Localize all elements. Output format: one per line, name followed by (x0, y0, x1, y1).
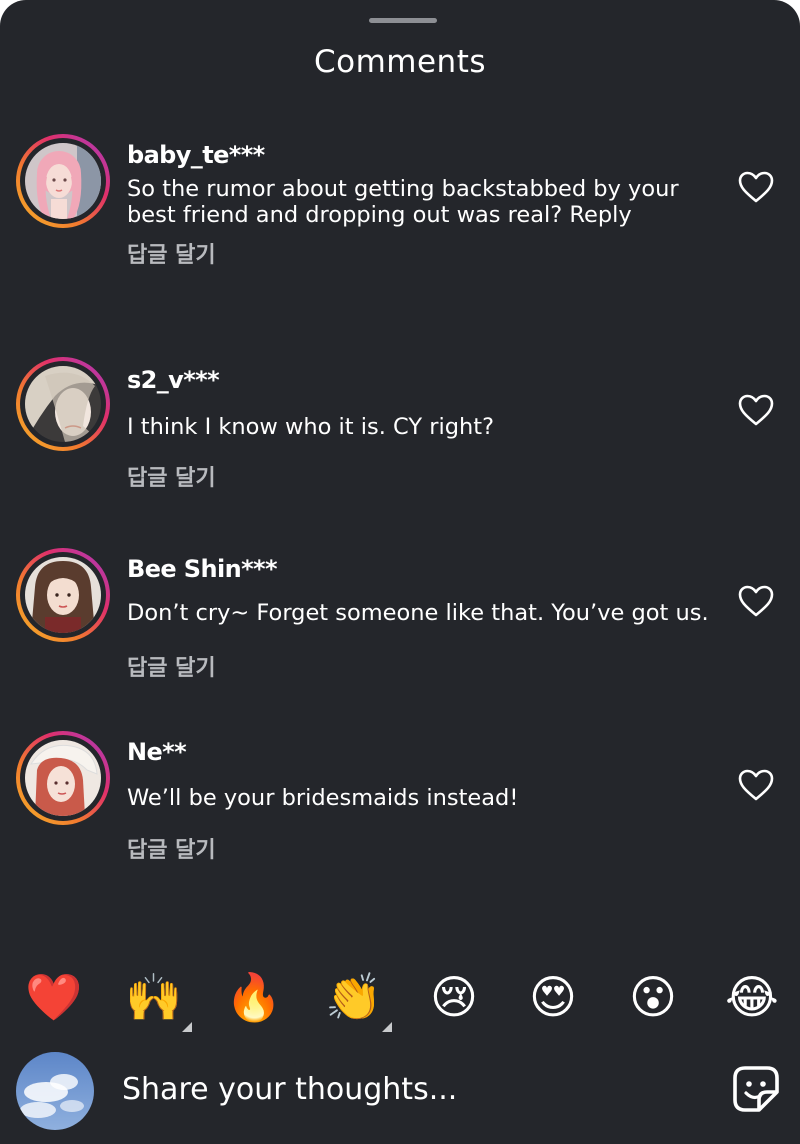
avatar[interactable] (16, 548, 110, 642)
heart-icon[interactable] (737, 393, 775, 427)
username[interactable]: baby_te*** (127, 141, 265, 169)
red-heart-icon[interactable]: ❤️ (22, 962, 86, 1032)
sky-clouds-avatar-icon[interactable] (16, 1052, 94, 1130)
comment-text: Don’t cry~ Forget someone like that. You… (127, 600, 709, 626)
crying-face-icon[interactable]: 😢 (422, 962, 486, 1032)
skin-tone-indicator (382, 1022, 392, 1032)
reply-button[interactable]: 답글 달기 (127, 460, 216, 492)
username[interactable]: Bee Shin*** (127, 555, 278, 583)
username[interactable]: Ne** (127, 738, 187, 766)
comment-input[interactable] (122, 1066, 702, 1112)
clapping-hands-glyph: 👏 (325, 970, 383, 1024)
page-title: Comments (313, 44, 487, 80)
heart-icon[interactable] (737, 584, 775, 618)
heart-icon[interactable] (737, 768, 775, 802)
tears-of-joy-icon[interactable]: 😂 (720, 962, 784, 1032)
drag-handle[interactable] (369, 18, 437, 23)
sticker-icon[interactable] (731, 1064, 781, 1114)
heart-eyes-icon[interactable]: 😍 (521, 962, 585, 1032)
avatar-red-hair-veil-icon (25, 740, 101, 816)
comments-sheet: Comments baby_te*** So the rumor about g… (0, 0, 800, 1144)
reply-button[interactable]: 답글 달기 (127, 237, 216, 269)
comment-text: I think I know who it is. CY right? (127, 414, 495, 440)
clapping-hands-icon[interactable]: 👏 (322, 962, 392, 1032)
raising-hands-icon[interactable]: 🙌 (122, 962, 192, 1032)
avatar[interactable] (16, 357, 110, 451)
username[interactable]: s2_v*** (127, 366, 220, 394)
avatar[interactable] (16, 731, 110, 825)
heart-icon[interactable] (737, 170, 775, 204)
avatar-pink-hair-icon (25, 143, 101, 219)
surprised-face-icon[interactable]: 😮 (621, 962, 685, 1032)
reply-button[interactable]: 답글 달기 (127, 650, 216, 682)
fire-icon[interactable]: 🔥 (222, 962, 286, 1032)
avatar[interactable] (16, 134, 110, 228)
avatar-brown-hair-icon (25, 557, 101, 633)
comment-text: We’ll be your bridesmaids instead! (127, 785, 519, 811)
skin-tone-indicator (182, 1022, 192, 1032)
raising-hands-glyph: 🙌 (125, 970, 183, 1024)
comment-text: So the rumor about getting backstabbed b… (127, 176, 679, 228)
avatar-light-hair-icon (25, 366, 101, 442)
comment-composer (0, 1050, 800, 1130)
reaction-bar: ❤️ 🙌 🔥 👏 😢 😍 😮 😂 (0, 962, 800, 1032)
reply-button[interactable]: 답글 달기 (127, 832, 216, 864)
